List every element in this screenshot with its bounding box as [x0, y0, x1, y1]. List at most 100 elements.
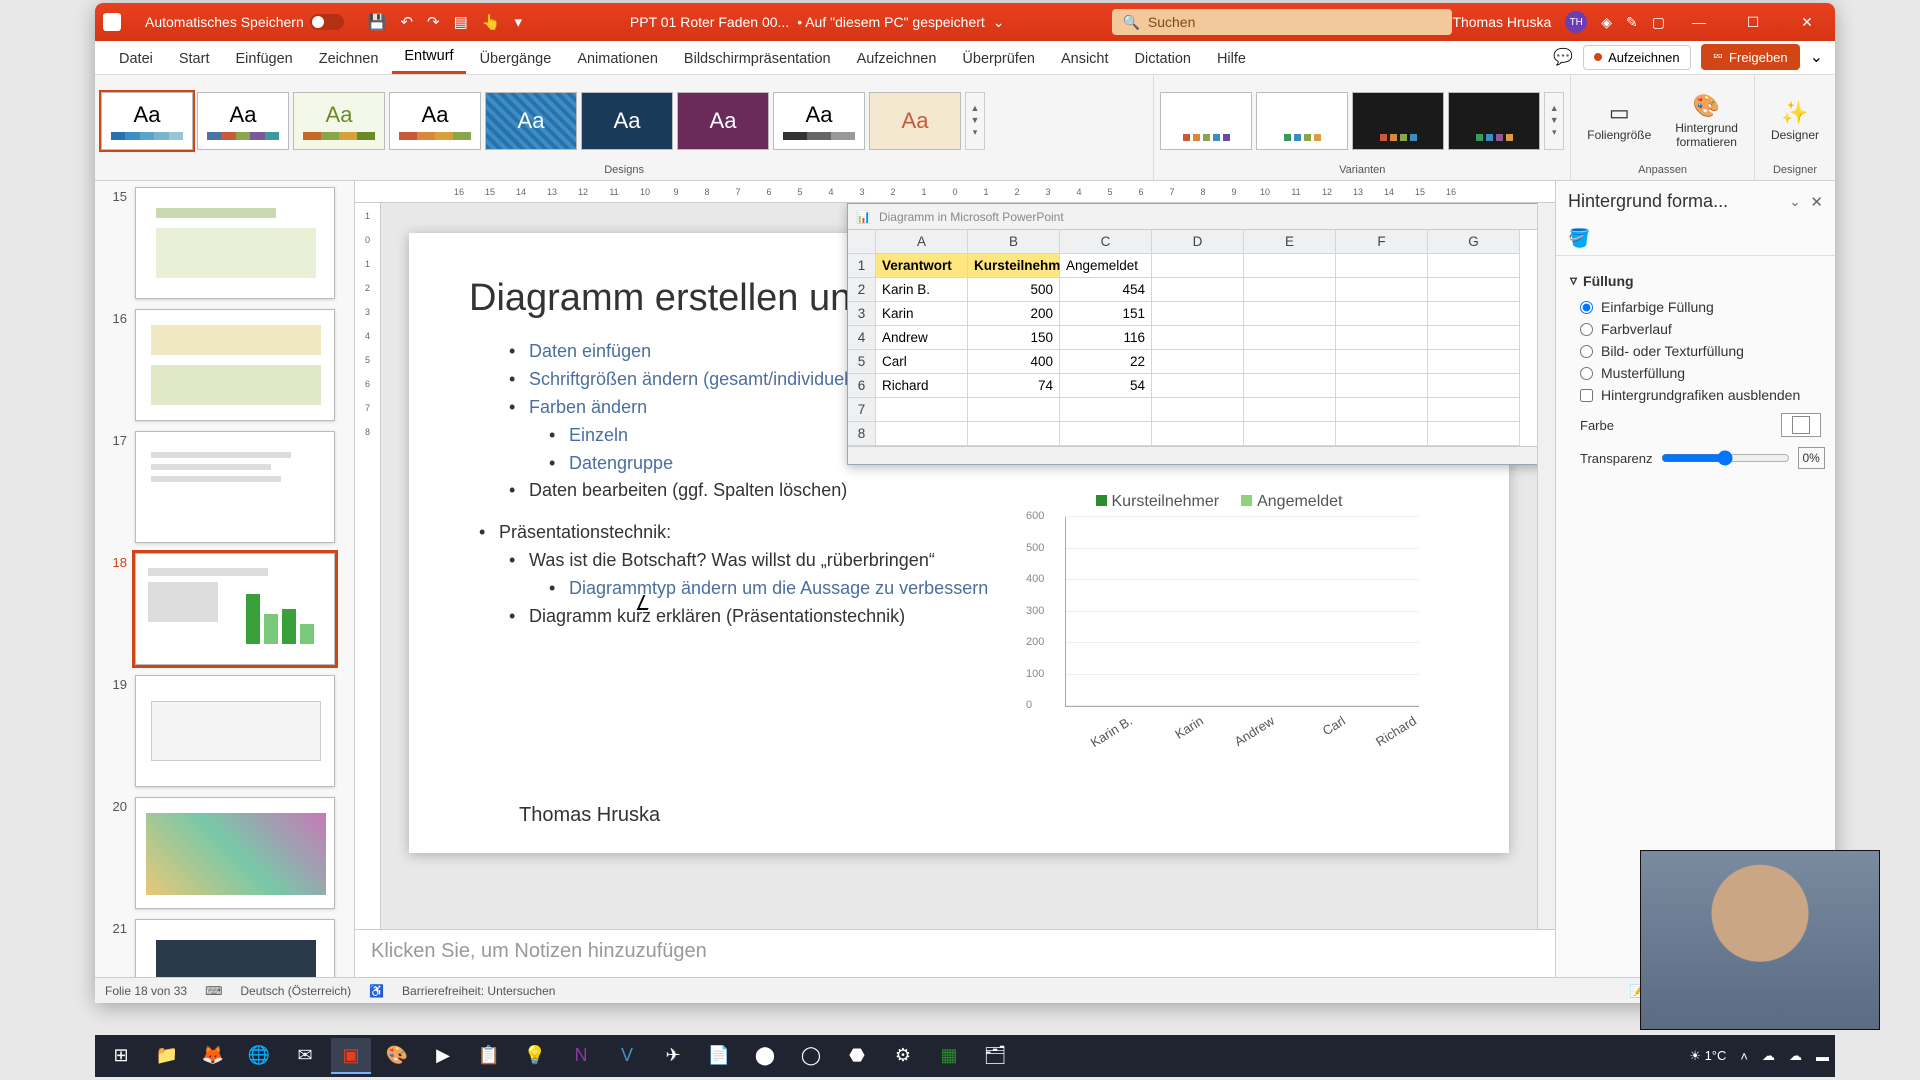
theme-thumb-4[interactable]: Aa	[389, 92, 481, 150]
redo-icon[interactable]: ↷	[427, 13, 440, 31]
tab-uebergaenge[interactable]: Übergänge	[468, 44, 564, 74]
tab-ansicht[interactable]: Ansicht	[1049, 44, 1121, 74]
comments-icon[interactable]: 💬	[1553, 47, 1573, 67]
tray-onedrive-icon[interactable]: ☁	[1789, 1048, 1802, 1064]
qat-more-icon[interactable]: ▾	[514, 13, 522, 31]
transparency-spinner[interactable]: 0%	[1798, 447, 1825, 469]
filename-dropdown-icon[interactable]: ⌄	[993, 14, 1005, 31]
taskbar-app8[interactable]: 🗂	[975, 1038, 1015, 1074]
touch-icon[interactable]: 👆	[482, 13, 501, 31]
slide-thumb-17[interactable]	[135, 431, 335, 543]
theme-thumb-7[interactable]: Aa	[677, 92, 769, 150]
color-picker-button[interactable]	[1781, 413, 1821, 437]
taskbar-excel[interactable]: ▦	[929, 1038, 969, 1074]
datasheet-grid[interactable]: ABCDEFG1VerantwortKursteilnehmeAngemelde…	[848, 230, 1537, 446]
taskbar-vlc[interactable]: ▶	[423, 1038, 463, 1074]
theme-thumb-1[interactable]: Aa	[101, 92, 193, 150]
taskbar-powerpoint[interactable]: ▣	[331, 1038, 371, 1074]
chart-datasheet[interactable]: 📊 Diagramm in Microsoft PowerPoint ✕ ABC…	[847, 203, 1537, 465]
undo-icon[interactable]: ↶	[400, 13, 413, 31]
search-input[interactable]: 🔍 Suchen	[1112, 9, 1452, 35]
theme-thumb-9[interactable]: Aa	[869, 92, 961, 150]
taskbar-firefox[interactable]: 🦊	[193, 1038, 233, 1074]
theme-thumb-8[interactable]: Aa	[773, 92, 865, 150]
window-icon[interactable]: ▢	[1652, 14, 1665, 31]
autosave-toggle[interactable]	[310, 14, 344, 30]
transparency-slider[interactable]	[1661, 450, 1790, 466]
taskbar-app3[interactable]: 💡	[515, 1038, 555, 1074]
save-icon[interactable]: 💾	[368, 13, 387, 31]
slide-thumb-15[interactable]	[135, 187, 335, 299]
theme-thumb-6[interactable]: Aa	[581, 92, 673, 150]
tab-ueberpruefen[interactable]: Überprüfen	[950, 44, 1047, 74]
tab-start[interactable]: Start	[167, 44, 222, 74]
variant-4[interactable]	[1448, 92, 1540, 150]
pane-dropdown-icon[interactable]: ⌄	[1790, 194, 1801, 210]
notes-pane[interactable]: Klicken Sie, um Notizen hinzuzufügen	[355, 929, 1555, 977]
taskbar-explorer[interactable]: 📁	[147, 1038, 187, 1074]
taskbar-obs[interactable]: ⬤	[745, 1038, 785, 1074]
fill-solid-radio[interactable]: Einfarbige Füllung	[1580, 299, 1821, 315]
slide-thumb-21[interactable]	[135, 919, 335, 977]
language-icon[interactable]: ⌨	[205, 984, 222, 998]
share-button[interactable]: ⮹Freigeben	[1701, 44, 1800, 70]
variant-2[interactable]	[1256, 92, 1348, 150]
tab-bildschirmpraesentation[interactable]: Bildschirmpräsentation	[672, 44, 843, 74]
slide-size-button[interactable]: ▭Foliengröße	[1577, 96, 1661, 146]
tab-entwurf[interactable]: Entwurf	[392, 41, 465, 74]
maximize-icon[interactable]: ☐	[1733, 14, 1773, 31]
fill-gradient-radio[interactable]: Farbverlauf	[1580, 321, 1821, 337]
tab-aufzeichnen[interactable]: Aufzeichnen	[845, 44, 949, 74]
taskbar-outlook[interactable]: ✉	[285, 1038, 325, 1074]
taskbar-chrome[interactable]: 🌐	[239, 1038, 279, 1074]
slide-thumb-20[interactable]	[135, 797, 335, 909]
hide-bg-checkbox[interactable]: Hintergrundgrafiken ausblenden	[1580, 387, 1821, 403]
taskbar-app7[interactable]: ⬣	[837, 1038, 877, 1074]
start-button[interactable]: ⊞	[101, 1038, 141, 1074]
status-accessibility[interactable]: Barrierefreiheit: Untersuchen	[402, 984, 555, 998]
slide-thumb-18[interactable]	[135, 553, 335, 665]
slide-thumbnail-pane[interactable]: 15 16 17 18 19 20 21 22 23	[95, 181, 355, 977]
pane-close-icon[interactable]: ✕	[1810, 193, 1823, 211]
theme-gallery-more[interactable]: ▲▼▾	[965, 92, 985, 150]
tab-datei[interactable]: Datei	[107, 44, 165, 74]
fill-pattern-radio[interactable]: Musterfüllung	[1580, 365, 1821, 381]
taskbar-app2[interactable]: 📋	[469, 1038, 509, 1074]
variant-1[interactable]	[1160, 92, 1252, 150]
tab-animationen[interactable]: Animationen	[565, 44, 670, 74]
tab-hilfe[interactable]: Hilfe	[1205, 44, 1258, 74]
close-icon[interactable]: ✕	[1787, 14, 1827, 31]
record-button[interactable]: Aufzeichnen	[1583, 45, 1691, 70]
bg-format-button[interactable]: 🎨Hintergrund formatieren	[1665, 89, 1748, 153]
paint-bucket-icon[interactable]: 🪣	[1568, 228, 1590, 248]
fill-picture-radio[interactable]: Bild- oder Texturfüllung	[1580, 343, 1821, 359]
minimize-icon[interactable]: —	[1679, 14, 1719, 30]
fill-accordion[interactable]: ▿Füllung	[1570, 272, 1821, 289]
tab-dictation[interactable]: Dictation	[1123, 44, 1203, 74]
variant-gallery-more[interactable]: ▲▼▾	[1544, 92, 1564, 150]
theme-thumb-5[interactable]: Aa	[485, 92, 577, 150]
slide-thumb-19[interactable]	[135, 675, 335, 787]
collapse-ribbon-icon[interactable]: ⌄	[1810, 47, 1823, 67]
theme-thumb-3[interactable]: Aa	[293, 92, 385, 150]
datasheet-scrollbar[interactable]	[848, 446, 1537, 464]
editor-scrollbar[interactable]	[1537, 203, 1555, 929]
taskbar-app6[interactable]: ◯	[791, 1038, 831, 1074]
status-language[interactable]: Deutsch (Österreich)	[240, 984, 351, 998]
taskbar-app[interactable]: 🎨	[377, 1038, 417, 1074]
tray-cloud-icon[interactable]: ☁	[1762, 1048, 1775, 1064]
slideshow-icon[interactable]: ▤	[454, 13, 468, 31]
taskbar-app5[interactable]: 📄	[699, 1038, 739, 1074]
chart[interactable]: Kursteilnehmer Angemeldet 01002003004005…	[1019, 493, 1419, 753]
designer-button[interactable]: ✨Designer	[1761, 96, 1829, 146]
tray-chevron-icon[interactable]: ˄	[1740, 1049, 1748, 1064]
diamond-icon[interactable]: ◈	[1601, 14, 1612, 31]
avatar[interactable]: TH	[1565, 11, 1587, 33]
taskbar-settings[interactable]: ⚙	[883, 1038, 923, 1074]
taskbar-onenote[interactable]: N	[561, 1038, 601, 1074]
theme-thumb-2[interactable]: Aa	[197, 92, 289, 150]
taskbar-app4[interactable]: V	[607, 1038, 647, 1074]
pen-icon[interactable]: ✎	[1626, 14, 1638, 31]
tray-battery-icon[interactable]: ▬	[1816, 1049, 1829, 1064]
tab-zeichnen[interactable]: Zeichnen	[307, 44, 391, 74]
